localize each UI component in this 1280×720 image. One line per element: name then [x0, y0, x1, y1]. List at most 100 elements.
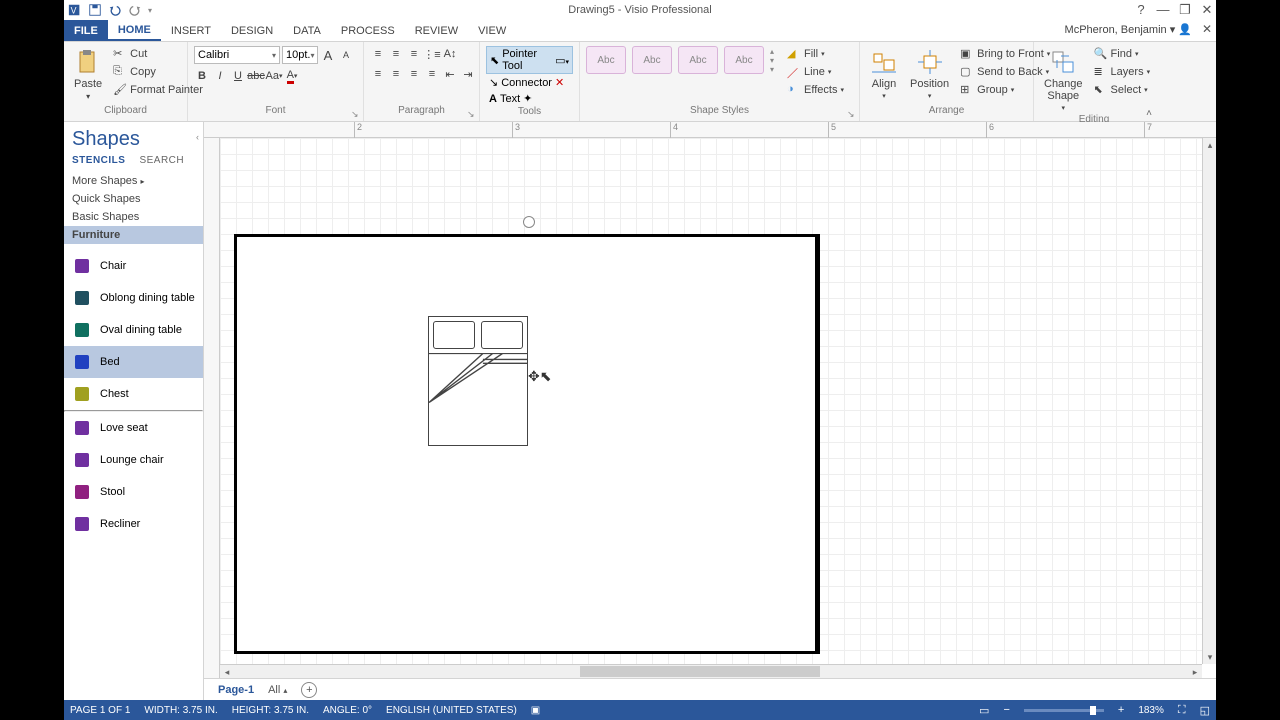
- font-dialog-launcher[interactable]: ↘: [351, 109, 361, 119]
- font-size-combo[interactable]: 10pt.▾: [282, 46, 318, 64]
- align-button[interactable]: Align▾: [866, 46, 902, 102]
- decrease-indent-icon[interactable]: ⇤: [442, 66, 458, 82]
- shape-item-bed[interactable]: Bed: [64, 346, 203, 378]
- pointer-tool-button[interactable]: ⬉Pointer Tool▭▾: [486, 46, 573, 74]
- shape-style-1[interactable]: Abc: [586, 46, 626, 74]
- tab-design[interactable]: DESIGN: [221, 20, 283, 41]
- shape-item-oval-dining-table[interactable]: Oval dining table: [64, 314, 203, 346]
- ruler-horizontal[interactable]: 234567: [204, 122, 1216, 138]
- zoom-level[interactable]: 183%: [1138, 705, 1164, 716]
- undo-icon[interactable]: [108, 3, 122, 17]
- line-button[interactable]: ／Line▾: [784, 64, 847, 80]
- save-icon[interactable]: [88, 3, 102, 17]
- bullets-icon[interactable]: ⋮≡: [424, 46, 440, 62]
- layers-button[interactable]: ≣Layers▾: [1091, 64, 1154, 80]
- case-button[interactable]: Aa▾: [266, 68, 282, 84]
- style-scroll-down[interactable]: ▾: [770, 56, 774, 65]
- restore-icon[interactable]: ❐: [1178, 3, 1192, 17]
- vertical-scrollbar[interactable]: ▴ ▾: [1202, 138, 1216, 664]
- status-language[interactable]: ENGLISH (UNITED STATES): [386, 705, 517, 716]
- connector-tool-button[interactable]: ↘Connector✕: [486, 75, 567, 90]
- scroll-right-icon[interactable]: ▸: [1188, 665, 1202, 678]
- align-middle-icon[interactable]: ≡: [388, 46, 404, 62]
- presentation-mode-icon[interactable]: ▭: [979, 704, 989, 717]
- tab-data[interactable]: DATA: [283, 20, 331, 41]
- shape-item-recliner[interactable]: Recliner: [64, 508, 203, 540]
- collapse-ribbon-icon[interactable]: ˄: [1146, 108, 1152, 119]
- increase-indent-icon[interactable]: ⇥: [460, 66, 476, 82]
- redo-icon[interactable]: [128, 3, 142, 17]
- font-name-combo[interactable]: Calibri▾: [194, 46, 280, 64]
- italic-button[interactable]: I: [212, 68, 228, 84]
- horizontal-scrollbar[interactable]: ◂ ▸: [220, 664, 1202, 678]
- pan-zoom-icon[interactable]: ◱: [1200, 704, 1210, 717]
- help-icon[interactable]: ?: [1134, 3, 1148, 17]
- scroll-down-icon[interactable]: ▾: [1203, 650, 1216, 664]
- text-direction-icon[interactable]: A↕: [442, 46, 458, 62]
- shape-style-2[interactable]: Abc: [632, 46, 672, 74]
- page-tab-1[interactable]: Page-1: [218, 684, 254, 696]
- strike-button[interactable]: abc: [248, 68, 264, 84]
- minimize-icon[interactable]: ―: [1156, 3, 1170, 17]
- shape-item-lounge-chair[interactable]: Lounge chair: [64, 444, 203, 476]
- change-shape-button[interactable]: Change Shape▾: [1040, 46, 1087, 114]
- drawing-surface[interactable]: ✥⬉: [220, 138, 1202, 664]
- scroll-left-icon[interactable]: ◂: [220, 665, 234, 678]
- bed-shape[interactable]: [428, 316, 528, 446]
- fit-page-icon[interactable]: ⛶: [1178, 704, 1186, 717]
- grow-font-icon[interactable]: A: [320, 47, 336, 63]
- tab-view[interactable]: VIEW: [468, 20, 516, 41]
- tab-stencils[interactable]: STENCILS: [72, 155, 125, 166]
- style-scroll-up[interactable]: ▴: [770, 47, 774, 56]
- shape-item-chair[interactable]: Chair: [64, 250, 203, 282]
- zoom-in-button[interactable]: +: [1118, 704, 1124, 716]
- tab-search-stencils[interactable]: SEARCH: [139, 155, 184, 166]
- close-doc-icon[interactable]: ✕: [1202, 22, 1212, 36]
- collapse-shapes-icon[interactable]: ‹: [196, 132, 203, 142]
- qat-customize-icon[interactable]: ▾: [148, 6, 152, 15]
- shape-item-chest[interactable]: Chest: [64, 378, 203, 410]
- text-tool-button[interactable]: AText✦: [486, 91, 535, 106]
- position-button[interactable]: Position▾: [906, 46, 953, 102]
- connection-point-icon[interactable]: ✦: [523, 92, 532, 105]
- scroll-up-icon[interactable]: ▴: [1203, 138, 1216, 152]
- more-shapes-item[interactable]: More Shapes ▸: [64, 172, 203, 190]
- tab-process[interactable]: PROCESS: [331, 20, 405, 41]
- align-right-icon[interactable]: ≡: [406, 66, 422, 82]
- shrink-font-icon[interactable]: A: [338, 47, 354, 63]
- align-left-icon[interactable]: ≡: [370, 66, 386, 82]
- tab-file[interactable]: FILE: [64, 20, 108, 41]
- effects-button[interactable]: ◑Effects▾: [784, 82, 847, 98]
- tab-home[interactable]: HOME: [108, 20, 161, 41]
- align-center-icon[interactable]: ≡: [388, 66, 404, 82]
- paragraph-dialog-launcher[interactable]: ↘: [467, 109, 477, 119]
- ruler-vertical[interactable]: [204, 138, 220, 678]
- tab-insert[interactable]: INSERT: [161, 20, 221, 41]
- shape-style-3[interactable]: Abc: [678, 46, 718, 74]
- shape-item-love-seat[interactable]: Love seat: [64, 412, 203, 444]
- zoom-slider[interactable]: [1024, 709, 1104, 712]
- underline-button[interactable]: U: [230, 68, 246, 84]
- hscroll-thumb[interactable]: [580, 666, 820, 677]
- bold-button[interactable]: B: [194, 68, 210, 84]
- align-bottom-icon[interactable]: ≡: [406, 46, 422, 62]
- find-button[interactable]: 🔍Find▾: [1091, 46, 1154, 62]
- style-gallery-expand[interactable]: ▾: [770, 65, 774, 74]
- fill-button[interactable]: ◢Fill▾: [784, 46, 847, 62]
- select-button[interactable]: ⬉Select▾: [1091, 82, 1154, 98]
- justify-icon[interactable]: ≡: [424, 66, 440, 82]
- font-color-button[interactable]: A▾: [284, 68, 300, 84]
- paste-button[interactable]: Paste▾: [70, 46, 106, 103]
- page-tab-all[interactable]: All ▴: [268, 684, 287, 696]
- shape-styles-dialog-launcher[interactable]: ↘: [847, 109, 857, 119]
- add-page-button[interactable]: +: [301, 682, 317, 698]
- basic-shapes-item[interactable]: Basic Shapes: [64, 208, 203, 226]
- align-top-icon[interactable]: ≡: [370, 46, 386, 62]
- tab-review[interactable]: REVIEW: [405, 20, 468, 41]
- user-name[interactable]: McPheron, Benjamin ▾ 👤: [1065, 23, 1192, 36]
- shape-item-oblong-dining-table[interactable]: Oblong dining table: [64, 282, 203, 314]
- rotation-handle[interactable]: [523, 216, 535, 228]
- quick-shapes-item[interactable]: Quick Shapes: [64, 190, 203, 208]
- shape-style-4[interactable]: Abc: [724, 46, 764, 74]
- zoom-out-button[interactable]: −: [1003, 704, 1009, 716]
